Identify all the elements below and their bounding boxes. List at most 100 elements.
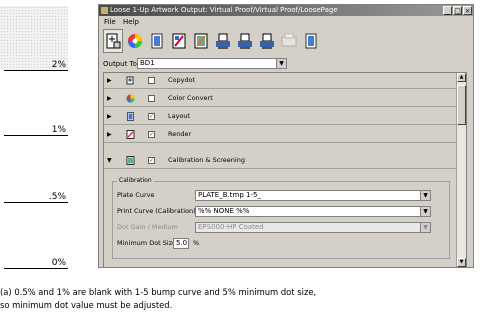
section-title: Color Convert xyxy=(168,94,213,102)
min-dot-input[interactable]: 5.0 xyxy=(173,238,189,249)
dot-gain-value: EPS000-HP Coated xyxy=(198,223,264,231)
print-curve-value: %% NONE %% xyxy=(198,207,250,215)
vertical-scrollbar[interactable]: ▲ ▼ xyxy=(456,73,466,267)
scale-label-0-5: .5% xyxy=(48,192,66,202)
menu-help[interactable]: Help xyxy=(123,18,139,26)
scroll-thumb[interactable] xyxy=(457,85,466,125)
output-window: Loose 1-Up Artwork Output: Virtual Proof… xyxy=(98,4,474,268)
output-device-icon xyxy=(238,33,252,49)
dot-gain-select[interactable]: EPS000-HP Coated ▼ xyxy=(195,222,431,233)
scale-label-1: 1% xyxy=(51,125,66,135)
section-checkbox[interactable]: ✓ xyxy=(148,113,155,120)
scale-line xyxy=(4,202,68,203)
section-checkbox[interactable] xyxy=(148,77,155,84)
section-copydot[interactable]: ▶ Copydot xyxy=(104,73,456,89)
chevron-down-icon[interactable]: ▼ xyxy=(276,59,286,68)
toolbar-layout-button[interactable] xyxy=(147,29,167,53)
plate-curve-row: Plate Curve PLATE_B.tmp 1-5_ ▼ xyxy=(117,190,443,201)
scroll-up-icon[interactable]: ▲ xyxy=(457,73,466,82)
toolbar-output-button-3[interactable] xyxy=(257,29,277,53)
title-bar[interactable]: Loose 1-Up Artwork Output: Virtual Proof… xyxy=(99,5,473,16)
print-curve-label: Print Curve (Calibration): xyxy=(117,207,198,215)
dot-gain-label: Dot Gain / Medium xyxy=(117,223,178,231)
calibration-group: Calibration Plate Curve PLATE_B.tmp 1-5_… xyxy=(112,177,450,259)
min-dot-unit: % xyxy=(193,239,200,247)
section-checkbox[interactable] xyxy=(148,95,155,102)
chevron-down-icon[interactable]: ▼ xyxy=(420,207,430,216)
toolbar-render-button[interactable] xyxy=(169,29,189,53)
toolbar-screening-button[interactable] xyxy=(191,29,211,53)
output-select[interactable]: BD1 ▼ xyxy=(137,58,287,69)
chevron-down-icon[interactable]: ▼ xyxy=(420,191,430,200)
render-icon xyxy=(126,130,135,139)
screening-icon xyxy=(194,33,208,49)
screening-icon xyxy=(126,156,135,165)
settings-panel: ▶ Copydot ▶ Color Convert ▶ ✓ Layout ▶ ✓… xyxy=(103,72,467,268)
scale-label-0: 0% xyxy=(51,258,66,268)
collapse-arrow-icon[interactable]: ▼ xyxy=(107,153,112,168)
expand-arrow-icon[interactable]: ▶ xyxy=(107,127,112,142)
dot-gain-row: Dot Gain / Medium EPS000-HP Coated ▼ xyxy=(117,222,443,233)
chevron-down-icon[interactable]: ▼ xyxy=(420,223,430,232)
layout-icon xyxy=(127,112,134,121)
disabled-device-icon xyxy=(281,33,297,47)
close-button[interactable]: × xyxy=(463,6,472,15)
section-title: Copydot xyxy=(168,76,196,84)
section-checkbox[interactable]: ✓ xyxy=(148,157,155,164)
scale-line xyxy=(4,135,68,136)
toolbar-disabled-button[interactable] xyxy=(279,29,299,53)
preview-icon xyxy=(305,33,317,49)
plate-curve-label: Plate Curve xyxy=(117,191,155,199)
caption-line-1: (a) 0.5% and 1% are blank with 1-5 bump … xyxy=(0,287,317,297)
output-row: Output To: BD1 ▼ xyxy=(103,57,467,71)
expand-arrow-icon[interactable]: ▶ xyxy=(107,91,112,106)
toolbar-copydot-button[interactable] xyxy=(103,29,123,53)
copydot-icon xyxy=(106,33,121,49)
color-wheel-icon xyxy=(126,94,135,103)
scroll-down-icon[interactable]: ▼ xyxy=(457,258,466,267)
toolbar-preview-button[interactable] xyxy=(301,29,321,53)
section-render[interactable]: ▶ ✓ Render xyxy=(104,127,456,143)
print-curve-select[interactable]: %% NONE %% ▼ xyxy=(195,206,431,217)
color-wheel-icon xyxy=(128,34,142,48)
plate-curve-value: PLATE_B.tmp 1-5_ xyxy=(198,191,261,199)
output-label: Output To: xyxy=(103,60,140,68)
min-dot-row: Minimum Dot Size 5.0 % xyxy=(117,238,443,249)
scale-line xyxy=(4,268,68,269)
output-device-icon xyxy=(216,33,230,49)
expand-arrow-icon[interactable]: ▶ xyxy=(107,73,112,88)
menu-file[interactable]: File xyxy=(104,18,116,26)
output-device-icon xyxy=(260,33,274,49)
section-title: Render xyxy=(168,130,192,138)
toolbar xyxy=(103,29,321,55)
expand-arrow-icon[interactable]: ▶ xyxy=(107,109,112,124)
minimize-button[interactable]: _ xyxy=(443,6,452,15)
plate-curve-select[interactable]: PLATE_B.tmp 1-5_ ▼ xyxy=(195,190,431,201)
copydot-icon xyxy=(126,76,134,85)
toolbar-color-button[interactable] xyxy=(125,29,145,53)
toolbar-output-button-2[interactable] xyxy=(235,29,255,53)
output-value: BD1 xyxy=(140,59,155,67)
figure-caption: (a) 0.5% and 1% are blank with 1-5 bump … xyxy=(0,286,316,312)
section-layout[interactable]: ▶ ✓ Layout xyxy=(104,109,456,125)
section-title: Calibration & Screening xyxy=(168,156,245,164)
window-title: Loose 1-Up Artwork Output: Virtual Proof… xyxy=(110,6,338,14)
section-title: Layout xyxy=(168,112,191,120)
app-icon xyxy=(101,7,108,14)
render-icon xyxy=(172,33,186,49)
min-dot-label: Minimum Dot Size xyxy=(117,239,177,247)
print-curve-row: Print Curve (Calibration): %% NONE %% ▼ xyxy=(117,206,443,217)
min-dot-value: 5.0 xyxy=(176,239,188,247)
section-color-convert[interactable]: ▶ Color Convert xyxy=(104,91,456,107)
menu-bar: File Help xyxy=(99,17,139,28)
scale-label-2: 2% xyxy=(51,60,66,70)
scale-line xyxy=(4,70,68,71)
caption-line-2: so minimum dot value must be adjusted. xyxy=(0,300,173,310)
section-checkbox[interactable]: ✓ xyxy=(148,131,155,138)
toolbar-output-button-1[interactable] xyxy=(213,29,233,53)
layout-icon xyxy=(151,33,163,49)
calibration-group-label: Calibration xyxy=(117,177,154,184)
maximize-button[interactable]: □ xyxy=(453,6,462,15)
dot-gain-scale: 2% 1% .5% 0% xyxy=(0,0,70,270)
section-calibration-screening[interactable]: ▼ ✓ Calibration & Screening xyxy=(104,153,456,169)
